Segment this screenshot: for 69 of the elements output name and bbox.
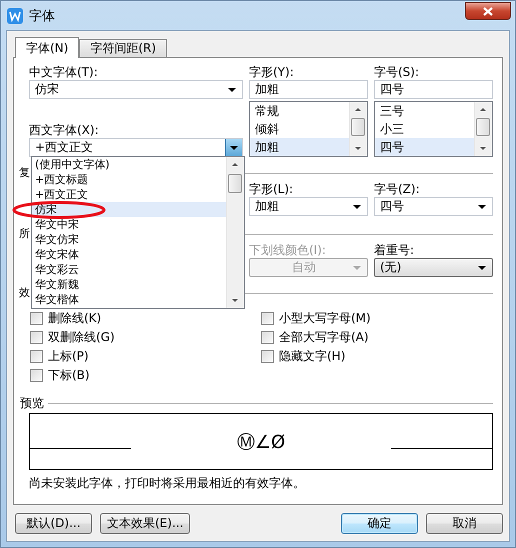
list-item[interactable]: +西文正文 xyxy=(32,187,226,202)
section-label: 效 xyxy=(19,287,30,299)
caret-icon xyxy=(353,266,361,270)
dialog-button[interactable]: 取消 xyxy=(426,513,503,534)
checkbox-label: 上标(P) xyxy=(48,348,89,365)
field-label: 西文字体(X): xyxy=(29,122,100,138)
list-item[interactable]: 常规 xyxy=(250,102,349,120)
field-label: 字形(L): xyxy=(249,181,294,197)
list-item[interactable]: 华文宋体 xyxy=(32,247,226,262)
list-item[interactable]: 华文仿宋 xyxy=(32,232,226,247)
scrollbar[interactable] xyxy=(474,102,492,156)
checkbox[interactable] xyxy=(261,312,274,325)
checkbox-label: 下标(B) xyxy=(48,367,90,384)
field-label: 字号(S): xyxy=(374,64,420,80)
note-text: 尚未安装此字体，打印时将采用最相近的有效字体。 xyxy=(29,475,306,491)
checkbox[interactable] xyxy=(30,331,43,344)
checkbox-label: 全部大写字母(A) xyxy=(279,329,369,346)
preview-text: Ⓜ∠Ø xyxy=(236,430,286,454)
list-item[interactable]: 三号 xyxy=(375,102,474,120)
section-label: 预览 xyxy=(20,397,44,409)
close-button[interactable] xyxy=(465,2,511,20)
checkbox[interactable] xyxy=(30,312,43,325)
list-item[interactable]: 倾斜 xyxy=(250,120,349,138)
app-icon xyxy=(7,8,23,24)
dialog-button[interactable]: 默认(D)... xyxy=(15,513,92,534)
caret-icon xyxy=(478,204,486,208)
section-label: 复 xyxy=(19,167,30,179)
list-item[interactable]: 小三 xyxy=(375,120,474,138)
close-icon xyxy=(483,6,493,16)
checkbox[interactable] xyxy=(30,369,43,382)
input-field[interactable]: 加粗 xyxy=(249,80,368,99)
dialog-button[interactable]: 文本效果(E)... xyxy=(100,513,190,534)
scrollbar[interactable] xyxy=(349,102,367,156)
checkbox[interactable] xyxy=(261,331,274,344)
field-label: 下划线颜色(I): xyxy=(249,242,327,258)
dropdown[interactable]: (无) xyxy=(374,258,493,277)
checkbox-label: 双删除线(G) xyxy=(48,329,115,346)
dropdown[interactable]: 四号 xyxy=(374,197,493,216)
dropdown[interactable]: 加粗 xyxy=(249,197,368,216)
list-item[interactable]: (使用中文字体) xyxy=(32,157,226,172)
list-item[interactable]: 华文新魏 xyxy=(32,277,226,292)
caret-icon xyxy=(353,204,361,208)
font-dropdown[interactable]: +西文正文 xyxy=(29,138,243,157)
scrollbar[interactable] xyxy=(226,157,244,308)
field-label: 中文字体(T): xyxy=(29,64,99,80)
checkbox-label: 隐藏文字(H) xyxy=(279,348,346,365)
tab[interactable]: 字体(N) xyxy=(15,37,80,58)
list-item[interactable]: 华文中宋 xyxy=(32,217,226,232)
dialog-button[interactable]: 确定 xyxy=(341,513,418,534)
list-item[interactable]: +西文标题 xyxy=(32,172,226,187)
caret-icon xyxy=(228,88,236,92)
list-item[interactable]: 加粗 xyxy=(250,138,349,156)
input-field[interactable]: 四号 xyxy=(374,80,493,99)
field-label: 字号(Z): xyxy=(374,181,421,197)
field-label: 着重号: xyxy=(374,242,416,258)
list-item[interactable]: 四号 xyxy=(375,138,474,156)
field-label: 字形(Y): xyxy=(249,64,295,80)
dropdown-button[interactable] xyxy=(225,139,242,156)
window-title: 字体 xyxy=(29,8,55,24)
section-label: 所 xyxy=(19,228,30,240)
font-dropdown[interactable]: 仿宋 xyxy=(29,80,243,99)
checkbox[interactable] xyxy=(261,350,274,363)
tab[interactable]: 字符间距(R) xyxy=(79,39,168,57)
list-item[interactable]: 华文彩云 xyxy=(32,262,226,277)
checkbox-label: 删除线(K) xyxy=(48,310,102,327)
checkbox[interactable] xyxy=(30,350,43,363)
caret-icon xyxy=(478,266,486,270)
checkbox-label: 小型大写字母(M) xyxy=(279,310,371,327)
list-item[interactable]: 华文楷体 xyxy=(32,292,226,307)
